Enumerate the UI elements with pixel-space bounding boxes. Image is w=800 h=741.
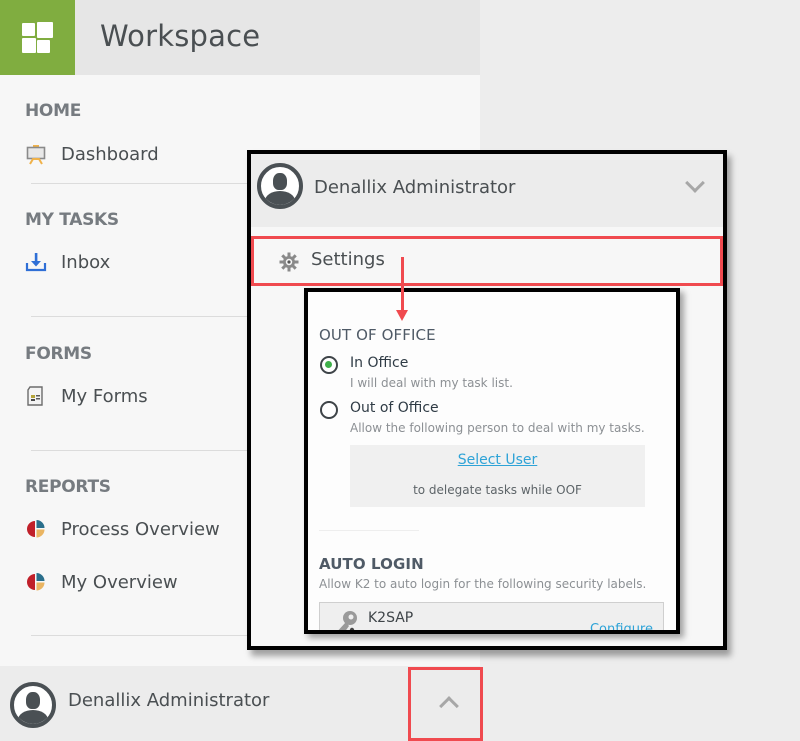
- divider: [319, 530, 419, 531]
- sidebar-item-label: Dashboard: [61, 143, 159, 165]
- security-label-card: K2SAP Configure: [319, 602, 664, 630]
- out-of-office-label: Out of Office: [350, 400, 439, 416]
- sidebar-item-process-overview[interactable]: Process Overview: [25, 515, 220, 543]
- sidebar-item-my-overview[interactable]: My Overview: [25, 568, 178, 596]
- section-heading-home: HOME: [25, 101, 82, 121]
- app-title: Workspace: [100, 19, 261, 53]
- settings-label: Settings: [311, 249, 385, 270]
- avatar: [257, 163, 303, 209]
- select-user-link[interactable]: Select User: [350, 452, 645, 468]
- settings-panel: OUT OF OFFICE In Office I will deal with…: [304, 288, 680, 634]
- inbox-download-icon: [25, 251, 47, 273]
- sidebar-item-dashboard[interactable]: Dashboard: [25, 140, 159, 168]
- sidebar-item-label: My Overview: [61, 571, 178, 593]
- auto-login-description: Allow K2 to auto login for the following…: [319, 577, 647, 591]
- highlight-toggle-annotation: [408, 667, 483, 741]
- section-heading-reports: REPORTS: [25, 477, 111, 497]
- user-menu-header[interactable]: Denallix Administrator: [251, 154, 723, 227]
- out-of-office-heading: OUT OF OFFICE: [319, 326, 436, 344]
- dashboard-easel-icon: [25, 143, 47, 165]
- pie-chart-icon: [25, 571, 47, 593]
- section-heading-my-tasks: MY TASKS: [25, 210, 119, 230]
- section-heading-forms: FORMS: [25, 344, 92, 364]
- pie-chart-icon: [25, 518, 47, 540]
- out-of-office-description: Allow the following person to deal with …: [350, 421, 645, 435]
- in-office-label: In Office: [350, 355, 409, 371]
- user-name: Denallix Administrator: [314, 177, 516, 198]
- settings-menu-item[interactable]: Settings: [251, 236, 723, 286]
- annotation-arrow-line: [401, 257, 404, 312]
- key-network-icon: [338, 611, 357, 630]
- security-label-name: K2SAP: [368, 610, 414, 626]
- chevron-down-icon[interactable]: [685, 173, 705, 193]
- out-of-office-radio[interactable]: [320, 401, 338, 419]
- sidebar-item-label: My Forms: [61, 385, 148, 407]
- avatar: [10, 682, 56, 728]
- annotation-arrow-head: [396, 310, 408, 321]
- delegate-text: to delegate tasks while OOF: [413, 483, 582, 497]
- sidebar-item-label: Inbox: [61, 251, 111, 273]
- in-office-description: I will deal with my task list.: [350, 376, 513, 390]
- in-office-radio[interactable]: [320, 356, 338, 374]
- sidebar-item-inbox[interactable]: Inbox: [25, 248, 110, 276]
- user-name: Denallix Administrator: [68, 690, 270, 711]
- top-bar: Workspace: [0, 0, 480, 75]
- configure-link[interactable]: Configure: [590, 622, 653, 630]
- apps-grid-icon[interactable]: [0, 0, 75, 75]
- sidebar-item-label: Process Overview: [61, 518, 220, 540]
- sidebar-item-my-forms[interactable]: My Forms: [25, 382, 148, 410]
- auto-login-heading: AUTO LOGIN: [319, 555, 424, 573]
- gear-icon: [279, 252, 299, 272]
- form-document-icon: [25, 385, 47, 407]
- delegate-box: Select User to delegate tasks while OOF: [350, 445, 645, 507]
